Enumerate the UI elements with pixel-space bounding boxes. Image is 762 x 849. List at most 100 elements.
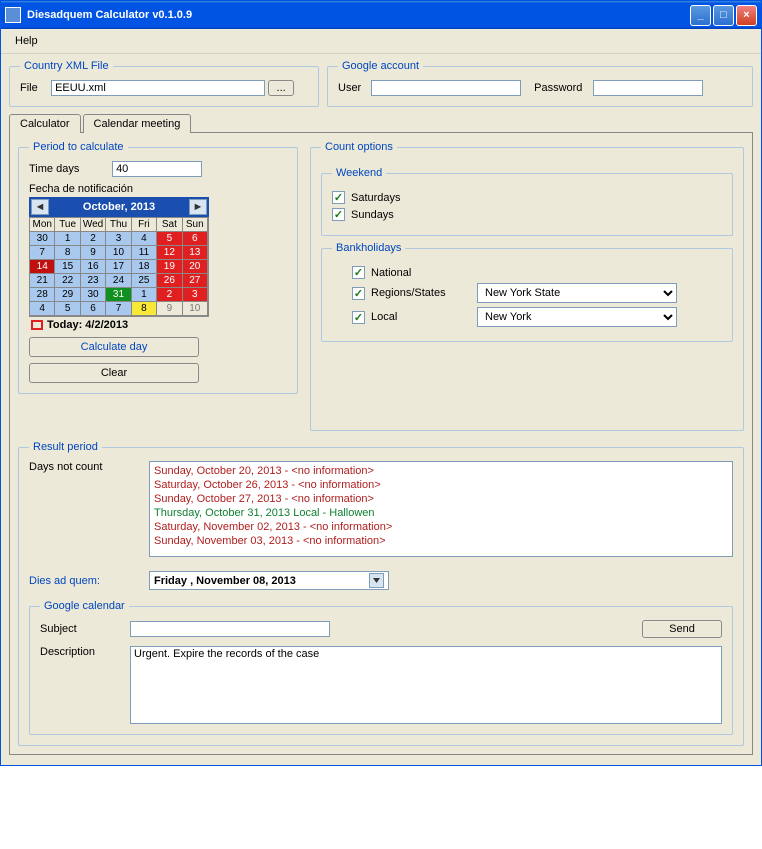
cal-day[interactable]: 1 bbox=[132, 288, 157, 302]
cal-day[interactable]: 2 bbox=[157, 288, 182, 302]
calendar: ◄ October, 2013 ► MonTueWedThuFriSatSun3… bbox=[29, 197, 209, 331]
user-input[interactable] bbox=[371, 80, 521, 96]
close-button[interactable]: × bbox=[736, 5, 757, 26]
cal-dow: Sun bbox=[183, 218, 208, 232]
cal-day[interactable]: 22 bbox=[55, 274, 80, 288]
regions-label: Regions/States bbox=[371, 287, 471, 299]
cal-day[interactable]: 9 bbox=[157, 302, 182, 316]
app-window: Diesadquem Calculator v0.1.0.9 _ □ × Hel… bbox=[0, 0, 762, 766]
cal-day[interactable]: 21 bbox=[30, 274, 55, 288]
cal-day[interactable]: 11 bbox=[132, 246, 157, 260]
description-label: Description bbox=[40, 646, 120, 724]
cal-day[interactable]: 4 bbox=[30, 302, 55, 316]
cal-day[interactable]: 29 bbox=[55, 288, 80, 302]
browse-button[interactable]: ... bbox=[268, 80, 294, 96]
cal-day[interactable]: 24 bbox=[106, 274, 131, 288]
bankholidays-legend: Bankholidays bbox=[332, 242, 405, 254]
google-account-group: Google account User Password bbox=[327, 60, 753, 107]
period-legend: Period to calculate bbox=[29, 141, 128, 153]
fecha-label: Fecha de notificación bbox=[29, 183, 287, 195]
cal-dow: Fri bbox=[132, 218, 157, 232]
cal-day[interactable]: 27 bbox=[183, 274, 208, 288]
days-not-count-label: Days not count bbox=[29, 461, 139, 557]
calculate-button[interactable]: Calculate day bbox=[29, 337, 199, 357]
cal-next-button[interactable]: ► bbox=[189, 199, 207, 215]
client-area: Country XML File File ... Google account… bbox=[1, 54, 761, 765]
cal-day[interactable]: 5 bbox=[55, 302, 80, 316]
result-period-legend: Result period bbox=[29, 441, 102, 453]
cal-day[interactable]: 10 bbox=[183, 302, 208, 316]
google-calendar-group: Google calendar Subject Send Description bbox=[29, 600, 733, 735]
sundays-checkbox[interactable]: ✓ bbox=[332, 208, 345, 221]
google-account-legend: Google account bbox=[338, 60, 423, 72]
titlebar[interactable]: Diesadquem Calculator v0.1.0.9 _ □ × bbox=[1, 1, 761, 29]
cal-day[interactable]: 17 bbox=[106, 260, 131, 274]
cal-day[interactable]: 19 bbox=[157, 260, 182, 274]
cal-day[interactable]: 12 bbox=[157, 246, 182, 260]
minimize-button[interactable]: _ bbox=[690, 5, 711, 26]
cal-day[interactable]: 30 bbox=[30, 232, 55, 246]
cal-day[interactable]: 5 bbox=[157, 232, 182, 246]
tab-calculator[interactable]: Calculator bbox=[9, 114, 81, 133]
file-input[interactable] bbox=[51, 80, 265, 96]
clear-button[interactable]: Clear bbox=[29, 363, 199, 383]
dies-ad-quem-value: Friday , November 08, 2013 bbox=[154, 575, 296, 587]
local-checkbox[interactable]: ✓ bbox=[352, 311, 365, 324]
cal-day[interactable]: 20 bbox=[183, 260, 208, 274]
password-label: Password bbox=[534, 82, 590, 94]
subject-input[interactable] bbox=[130, 621, 330, 637]
cal-day[interactable]: 31 bbox=[106, 288, 131, 302]
cal-day[interactable]: 2 bbox=[81, 232, 106, 246]
bankholidays-group: Bankholidays ✓ National ✓ Regions/States bbox=[321, 242, 733, 342]
dies-ad-quem-label: Dies ad quem: bbox=[29, 575, 139, 587]
result-period-group: Result period Days not count Sunday, Oct… bbox=[18, 441, 744, 746]
cal-day[interactable]: 9 bbox=[81, 246, 106, 260]
maximize-button[interactable]: □ bbox=[713, 5, 734, 26]
cal-day[interactable]: 8 bbox=[55, 246, 80, 260]
cal-day[interactable]: 28 bbox=[30, 288, 55, 302]
cal-day[interactable]: 6 bbox=[81, 302, 106, 316]
cal-day[interactable]: 4 bbox=[132, 232, 157, 246]
cal-day[interactable]: 3 bbox=[106, 232, 131, 246]
cal-day[interactable]: 6 bbox=[183, 232, 208, 246]
cal-day[interactable]: 25 bbox=[132, 274, 157, 288]
cal-day[interactable]: 23 bbox=[81, 274, 106, 288]
cal-day[interactable]: 7 bbox=[30, 246, 55, 260]
national-checkbox[interactable]: ✓ bbox=[352, 266, 365, 279]
cal-day[interactable]: 1 bbox=[55, 232, 80, 246]
cal-title[interactable]: October, 2013 bbox=[49, 201, 189, 213]
send-button[interactable]: Send bbox=[642, 620, 722, 638]
cal-day[interactable]: 7 bbox=[106, 302, 131, 316]
local-label: Local bbox=[371, 311, 471, 323]
days-not-count-list[interactable]: Sunday, October 20, 2013 - <no informati… bbox=[149, 461, 733, 557]
cal-day[interactable]: 30 bbox=[81, 288, 106, 302]
cal-day[interactable]: 10 bbox=[106, 246, 131, 260]
cal-day[interactable]: 18 bbox=[132, 260, 157, 274]
local-select[interactable]: New York bbox=[477, 307, 677, 327]
cal-today-row[interactable]: Today: 4/2/2013 bbox=[29, 317, 209, 331]
cal-day[interactable]: 15 bbox=[55, 260, 80, 274]
cal-dow: Tue bbox=[55, 218, 80, 232]
cal-day[interactable]: 8 bbox=[132, 302, 157, 316]
dies-ad-quem-picker[interactable]: Friday , November 08, 2013 bbox=[149, 571, 389, 590]
user-label: User bbox=[338, 82, 368, 94]
tab-calendar-meeting[interactable]: Calendar meeting bbox=[83, 114, 192, 133]
password-input[interactable] bbox=[593, 80, 703, 96]
description-textarea[interactable] bbox=[130, 646, 722, 724]
period-group: Period to calculate Time days Fecha de n… bbox=[18, 141, 298, 394]
time-days-input[interactable] bbox=[112, 161, 202, 177]
regions-checkbox[interactable]: ✓ bbox=[352, 287, 365, 300]
menu-help[interactable]: Help bbox=[9, 33, 44, 49]
cal-prev-button[interactable]: ◄ bbox=[31, 199, 49, 215]
today-label: Today: 4/2/2013 bbox=[47, 319, 128, 331]
cal-day[interactable]: 16 bbox=[81, 260, 106, 274]
cal-day[interactable]: 3 bbox=[183, 288, 208, 302]
regions-select[interactable]: New York State bbox=[477, 283, 677, 303]
menubar: Help bbox=[1, 29, 761, 54]
cal-day[interactable]: 26 bbox=[157, 274, 182, 288]
saturdays-checkbox[interactable]: ✓ bbox=[332, 191, 345, 204]
cal-day[interactable]: 13 bbox=[183, 246, 208, 260]
cal-dow: Sat bbox=[157, 218, 182, 232]
cal-day[interactable]: 14 bbox=[30, 260, 55, 274]
result-line: Sunday, October 20, 2013 - <no informati… bbox=[154, 464, 728, 478]
